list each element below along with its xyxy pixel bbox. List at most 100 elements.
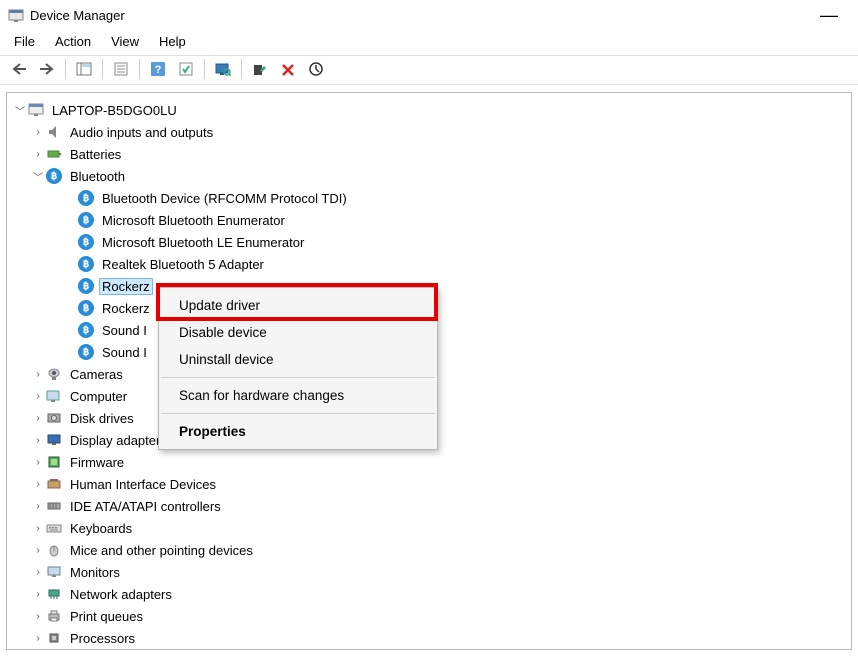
tree-root[interactable]: ﹀ LAPTOP-B5DGO0LU — [11, 99, 847, 121]
action-button[interactable] — [173, 57, 199, 81]
scan-hardware-button[interactable] — [210, 57, 236, 81]
tree-category-label: Audio inputs and outputs — [67, 124, 216, 141]
tree-category[interactable]: › Keyboards — [11, 517, 847, 539]
tree-device[interactable]: ›฿Microsoft Bluetooth Enumerator — [11, 209, 847, 231]
tree-category-label: Mice and other pointing devices — [67, 542, 256, 559]
caret-right-icon[interactable]: › — [31, 127, 45, 138]
tree-device-label: Rockerz — [99, 300, 153, 317]
tree-device-label: Microsoft Bluetooth LE Enumerator — [99, 234, 307, 251]
tree-device[interactable]: ›฿Bluetooth Device (RFCOMM Protocol TDI) — [11, 187, 847, 209]
help-button[interactable]: ? — [145, 57, 171, 81]
tree-category[interactable]: › Network adapters — [11, 583, 847, 605]
bluetooth-icon: ฿ — [77, 299, 95, 317]
context-menu-item[interactable]: Update driver — [159, 292, 437, 319]
caret-right-icon[interactable]: › — [31, 611, 45, 622]
category-icon — [45, 145, 63, 163]
tree-category-label: Network adapters — [67, 586, 175, 603]
tree-category-label: Human Interface Devices — [67, 476, 219, 493]
tree-category[interactable]: › Mice and other pointing devices — [11, 539, 847, 561]
computer-icon — [27, 101, 45, 119]
update-driver-button[interactable] — [247, 57, 273, 81]
uninstall-button[interactable] — [275, 57, 301, 81]
toolbar-separator — [204, 59, 205, 79]
bluetooth-icon: ฿ — [77, 255, 95, 273]
context-menu-item[interactable]: Scan for hardware changes — [159, 382, 437, 409]
tree-root-label: LAPTOP-B5DGO0LU — [49, 102, 180, 119]
category-icon — [45, 519, 63, 537]
back-button[interactable] — [6, 57, 32, 81]
tree-device-label: Sound I — [99, 322, 150, 339]
context-menu-item[interactable]: Disable device — [159, 319, 437, 346]
category-icon — [45, 541, 63, 559]
caret-right-icon[interactable]: › — [31, 545, 45, 556]
menu-view[interactable]: View — [103, 32, 147, 51]
tree-device-label: Sound I — [99, 344, 150, 361]
category-icon — [45, 497, 63, 515]
tree-category[interactable]: › Human Interface Devices — [11, 473, 847, 495]
context-menu-separator — [161, 413, 435, 414]
caret-right-icon[interactable]: › — [31, 567, 45, 578]
caret-right-icon[interactable]: › — [31, 413, 45, 424]
tree-device-label: Realtek Bluetooth 5 Adapter — [99, 256, 267, 273]
tree-category[interactable]: › Firmware — [11, 451, 847, 473]
caret-right-icon[interactable]: › — [31, 435, 45, 446]
bluetooth-icon: ฿ — [77, 321, 95, 339]
tree-category[interactable]: › IDE ATA/ATAPI controllers — [11, 495, 847, 517]
tree-category-label: Print queues — [67, 608, 146, 625]
bluetooth-icon: ฿ — [77, 211, 95, 229]
tree-category[interactable]: ›Batteries — [11, 143, 847, 165]
bluetooth-icon: ฿ — [77, 277, 95, 295]
tree-category[interactable]: › Processors — [11, 627, 847, 649]
tree-device-label: Bluetooth Device (RFCOMM Protocol TDI) — [99, 190, 350, 207]
minimize-button[interactable]: — — [812, 4, 846, 26]
caret-right-icon[interactable]: › — [31, 149, 45, 160]
category-icon — [45, 629, 63, 647]
category-icon — [45, 475, 63, 493]
properties-button[interactable] — [108, 57, 134, 81]
context-menu-item[interactable]: Properties — [159, 418, 437, 445]
category-icon — [45, 563, 63, 581]
tree-category-label: Processors — [67, 630, 138, 647]
caret-right-icon[interactable]: › — [31, 479, 45, 490]
menu-file[interactable]: File — [6, 32, 43, 51]
tree-category[interactable]: ›Monitors — [11, 561, 847, 583]
tree-category[interactable]: › Print queues — [11, 605, 847, 627]
svg-text:?: ? — [155, 64, 162, 76]
tree-category-label: Computer — [67, 388, 130, 405]
caret-right-icon[interactable]: › — [31, 501, 45, 512]
bluetooth-icon: ฿ — [77, 233, 95, 251]
caret-right-icon[interactable]: › — [31, 589, 45, 600]
app-icon — [8, 7, 24, 23]
category-icon — [45, 607, 63, 625]
tree-category-label: Firmware — [67, 454, 127, 471]
tree-category-label: Keyboards — [67, 520, 135, 537]
context-menu-item[interactable]: Uninstall device — [159, 346, 437, 373]
category-icon — [45, 365, 63, 383]
caret-down-icon[interactable]: ﹀ — [31, 169, 45, 184]
tree-category-label: IDE ATA/ATAPI controllers — [67, 498, 224, 515]
tree-category-label: Display adapters — [67, 432, 170, 449]
category-icon — [45, 431, 63, 449]
caret-down-icon[interactable]: ﹀ — [13, 103, 27, 118]
show-hide-console-button[interactable] — [71, 57, 97, 81]
tree-device[interactable]: ›฿Realtek Bluetooth 5 Adapter — [11, 253, 847, 275]
caret-right-icon[interactable]: › — [31, 457, 45, 468]
tree-category[interactable]: ﹀฿Bluetooth — [11, 165, 847, 187]
caret-right-icon[interactable]: › — [31, 633, 45, 644]
toolbar-separator — [65, 59, 66, 79]
disable-button[interactable] — [303, 57, 329, 81]
menu-help[interactable]: Help — [151, 32, 194, 51]
menu-bar: File Action View Help — [0, 30, 858, 55]
tree-device[interactable]: ›฿Microsoft Bluetooth LE Enumerator — [11, 231, 847, 253]
tree-category[interactable]: › Audio inputs and outputs — [11, 121, 847, 143]
menu-action[interactable]: Action — [47, 32, 99, 51]
category-icon — [45, 585, 63, 603]
caret-right-icon[interactable]: › — [31, 391, 45, 402]
category-icon — [45, 387, 63, 405]
tree-device-label: Rockerz — [99, 278, 153, 295]
forward-button[interactable] — [34, 57, 60, 81]
caret-right-icon[interactable]: › — [31, 369, 45, 380]
caret-right-icon[interactable]: › — [31, 523, 45, 534]
category-icon: ฿ — [45, 167, 63, 185]
toolbar: ? — [0, 55, 858, 85]
